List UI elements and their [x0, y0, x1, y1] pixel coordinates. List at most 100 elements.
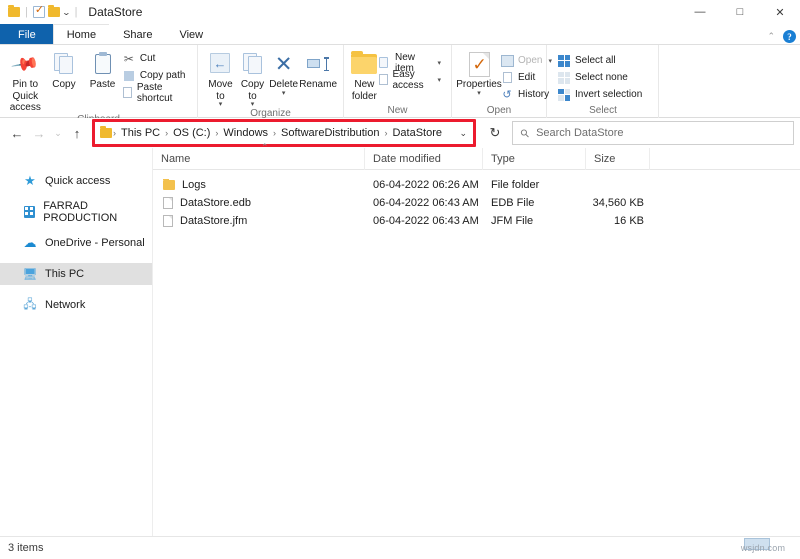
tab-view[interactable]: View	[165, 24, 218, 44]
table-row[interactable]: DataStore.jfm 06-04-2022 06:43 AM JFM Fi…	[153, 212, 800, 230]
breadcrumb-this-pc[interactable]: This PC	[117, 127, 164, 139]
status-bar: 3 items wsjdn.com	[0, 536, 800, 559]
breadcrumb-os-c[interactable]: OS (C:)	[169, 127, 214, 139]
file-name-cell: Logs	[153, 179, 365, 191]
sidebar-item-this-pc[interactable]: 🖥 This PC	[0, 263, 152, 285]
copy-to-icon	[242, 51, 263, 77]
invert-selection-button[interactable]: Invert selection	[557, 86, 646, 103]
chevron-down-icon[interactable]: ▾	[282, 90, 286, 97]
move-to-label: Move to	[208, 79, 233, 102]
easy-access-button[interactable]: Easy access ▾	[379, 69, 445, 91]
sort-ascending-icon: ⌃	[261, 142, 269, 152]
tab-share[interactable]: Share	[109, 24, 167, 44]
edit-icon	[500, 72, 514, 83]
new-folder-button[interactable]: New folder	[350, 48, 379, 102]
paste-shortcut-button[interactable]: Paste shortcut	[122, 82, 191, 104]
up-button[interactable]: ↑	[66, 122, 88, 144]
minimize-button[interactable]: —	[680, 0, 720, 24]
scissors-icon: ✂	[123, 51, 134, 66]
sidebar-item-label: FARRAD PRODUCTION	[43, 200, 118, 224]
group-label-open: Open	[486, 105, 512, 116]
sidebar-item-onedrive-personal[interactable]: ☁ OneDrive - Personal	[0, 232, 152, 254]
recent-locations-button[interactable]: ⌄	[50, 122, 66, 144]
sidebar-item-label: Quick access	[45, 175, 111, 187]
table-row[interactable]: DataStore.edb 06-04-2022 06:43 AM EDB Fi…	[153, 194, 800, 212]
properties-icon[interactable]	[32, 4, 45, 18]
maximize-button[interactable]: □	[720, 0, 760, 24]
delete-button[interactable]: ✕ Delete ▾	[268, 48, 299, 97]
column-header-name[interactable]: Name	[153, 147, 365, 170]
file-rows: Logs 06-04-2022 06:26 AM File folder Dat…	[153, 170, 800, 230]
watermark: wsjdn.com	[732, 538, 794, 557]
collapse-ribbon-icon[interactable]: ⌃	[767, 31, 775, 42]
copy-button[interactable]: Copy	[45, 48, 84, 91]
tab-file[interactable]: File	[0, 24, 54, 44]
file-icon	[163, 197, 173, 209]
breadcrumb-datastore[interactable]: DataStore	[388, 127, 446, 139]
chevron-down-icon[interactable]: ▾	[477, 90, 481, 97]
copy-path-icon	[122, 70, 136, 81]
navigation-bar: ← → ⌄ ↑ › This PC › OS (C:) › Windows › …	[0, 118, 800, 148]
window-controls: — □ ✕	[680, 0, 800, 24]
file-explorer-window: | ⌄ | DataStore — □ ✕ File Home Share Vi…	[0, 0, 800, 559]
column-header-size[interactable]: Size	[586, 147, 650, 170]
folder-icon	[163, 179, 175, 190]
refresh-button[interactable]: ↻	[484, 122, 506, 144]
file-type-cell: EDB File	[491, 197, 535, 209]
copy-to-label: Copy to	[240, 79, 265, 102]
forward-button[interactable]: →	[28, 122, 50, 144]
column-header-date-modified[interactable]: Date modified	[365, 147, 483, 170]
building-icon	[22, 206, 36, 218]
copy-to-button[interactable]: Copy to ▾	[237, 48, 268, 108]
new-folder-icon[interactable]	[47, 5, 60, 17]
folder-icon[interactable]	[100, 126, 112, 138]
pin-to-quick-access-button[interactable]: 📌 Pin to Quick access	[6, 48, 45, 114]
select-all-label: Select all	[575, 55, 616, 66]
address-bar[interactable]: › This PC › OS (C:) › Windows › Software…	[92, 121, 476, 145]
easy-access-icon	[379, 74, 389, 85]
tab-home[interactable]: Home	[52, 24, 111, 44]
invert-selection-label: Invert selection	[575, 89, 643, 100]
new-folder-icon	[351, 51, 378, 77]
breadcrumb-softwaredistribution[interactable]: SoftwareDistribution	[277, 127, 383, 139]
delete-label: Delete	[269, 79, 299, 90]
chevron-down-icon[interactable]: ⌄	[459, 128, 471, 139]
select-all-button[interactable]: Select all	[557, 52, 646, 69]
rename-label: Rename	[299, 79, 338, 90]
breadcrumb-windows[interactable]: Windows	[219, 127, 272, 139]
paste-button[interactable]: Paste	[83, 48, 122, 91]
navigation-pane: ★ Quick access FARRAD PRODUCTION ☁ OneDr…	[0, 148, 152, 536]
back-button[interactable]: ←	[6, 122, 28, 144]
ribbon-group-clipboard: 📌 Pin to Quick access Copy Paste ✂ Cut C…	[0, 45, 198, 125]
column-header-type[interactable]: Type	[483, 147, 586, 170]
select-none-button[interactable]: Select none	[557, 69, 646, 86]
table-row[interactable]: Logs 06-04-2022 06:26 AM File folder	[153, 176, 800, 194]
title-bar: | ⌄ | DataStore — □ ✕	[0, 0, 800, 24]
file-icon	[163, 215, 173, 227]
file-size-cell: 34,560 KB	[592, 197, 644, 209]
folder-icon[interactable]	[8, 5, 20, 17]
search-box[interactable]: ⚲ Search DataStore	[512, 121, 794, 145]
close-button[interactable]: ✕	[760, 0, 800, 24]
open-icon	[500, 54, 514, 67]
select-commands: Select all Select none Invert selection	[553, 48, 646, 103]
properties-button[interactable]: Properties ▾	[456, 48, 502, 97]
cut-button[interactable]: ✂ Cut	[122, 50, 191, 67]
pin-icon: 📌	[10, 49, 41, 79]
sidebar-item-quick-access[interactable]: ★ Quick access	[0, 170, 152, 192]
sidebar-item-network[interactable]: 🖧 Network	[0, 294, 152, 316]
sidebar-item-farrad-production[interactable]: FARRAD PRODUCTION	[0, 200, 152, 224]
move-to-button[interactable]: ← Move to ▾	[204, 48, 237, 108]
ribbon-tabs: File Home Share View ⌃ ?	[0, 24, 800, 44]
paste-label: Paste	[89, 79, 116, 90]
sidebar-item-label: This PC	[45, 268, 85, 280]
help-icon[interactable]: ?	[783, 30, 796, 43]
select-none-icon	[557, 71, 571, 84]
cut-label: Cut	[139, 53, 156, 64]
rename-button[interactable]: Rename	[299, 48, 337, 91]
divider: |	[25, 6, 28, 18]
watermark-text: wsjdn.com	[740, 542, 786, 553]
chevron-down-icon[interactable]: ▾	[437, 59, 441, 67]
chevron-down-icon[interactable]: ▾	[437, 76, 441, 84]
customize-caret-icon[interactable]: ⌄	[62, 8, 71, 17]
